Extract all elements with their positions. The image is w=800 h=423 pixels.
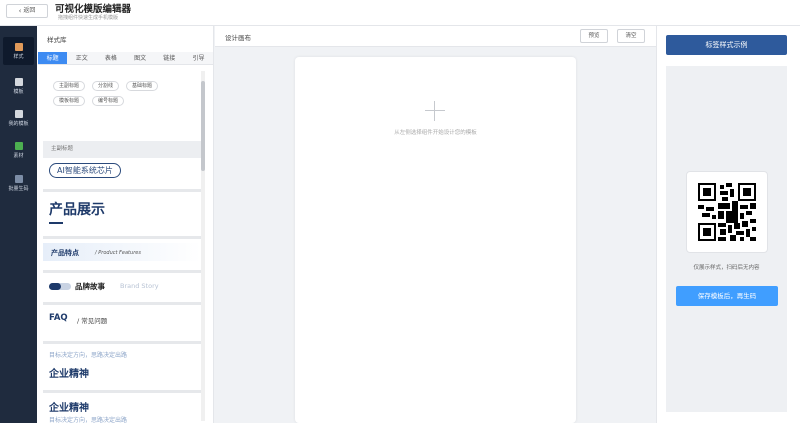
nav-label: 素材 <box>13 152 24 159</box>
style-library-panel: 样式库 标题 正文 表格 图文 链接 引导 主副标题 分割线 基础标题 模板标题… <box>37 26 214 423</box>
quick-filter-area: 主副标题 分割线 基础标题 模板标题 编号标题 <box>43 74 201 138</box>
pill-title-preview: AI智能系统芯片 <box>49 163 121 178</box>
library-scrollbar[interactable] <box>201 71 205 421</box>
quick-button-numbered[interactable]: 编号标题 <box>92 96 125 106</box>
qr-code-icon <box>698 183 756 241</box>
phone-canvas[interactable]: 从左侧选择组件开始设计您的模板 <box>295 57 576 423</box>
tab-link[interactable]: 链接 <box>155 52 184 64</box>
save-template-button[interactable]: 保存模板后，再生码 <box>676 286 778 306</box>
style-card-feature-title[interactable]: 产品特点 / Product Features <box>43 239 201 270</box>
app-title: 可视化模版编辑器 <box>55 4 132 15</box>
spirit-subtitle-preview: 目标决定方向，思路决定出路 <box>49 417 128 423</box>
tab-guide[interactable]: 引导 <box>184 52 213 64</box>
preview-button[interactable]: 预览 <box>580 29 608 43</box>
brand-subtitle-preview: Brand Story <box>120 282 159 290</box>
nav-item-my-template[interactable]: 我的模板 <box>3 104 34 132</box>
title-underline <box>49 222 63 224</box>
canvas-title: 设计画布 <box>225 34 251 42</box>
tab-image-text[interactable]: 图文 <box>126 52 155 64</box>
tab-body[interactable]: 正文 <box>67 52 96 64</box>
top-header: ‹ 返回 可视化模版编辑器 拖拽组件快速生成手机模版 <box>0 0 800 26</box>
library-title: 样式库 <box>47 36 67 44</box>
style-card-big-title[interactable]: 产品展示 <box>43 192 201 236</box>
quick-button-template[interactable]: 模板标题 <box>53 96 86 106</box>
spirit-title-preview: 企业精神 <box>49 403 89 414</box>
back-button[interactable]: ‹ 返回 <box>6 4 48 18</box>
nav-item-style[interactable]: 样式 <box>3 37 34 65</box>
nav-label: 我的模板 <box>8 120 29 127</box>
label-preview-box: 仅展示样式，扫码后无内容 保存模板后，再生码 <box>666 66 787 412</box>
design-canvas-area: 设计画布 预览 清空 从左侧选择组件开始设计您的模板 <box>215 26 656 423</box>
nav-item-material[interactable]: 素材 <box>3 136 34 164</box>
template-icon <box>14 77 23 86</box>
library-tabs: 标题 正文 表格 图文 链接 引导 <box>38 52 213 65</box>
style-icon <box>14 42 23 51</box>
faq-subtitle-preview: / 常见问题 <box>77 317 108 325</box>
scrollbar-thumb[interactable] <box>201 81 205 171</box>
toggle-icon <box>49 283 71 290</box>
style-card-pill-title[interactable]: AI智能系统芯片 <box>43 159 201 189</box>
feature-title-preview: 产品特点 <box>51 249 79 257</box>
quick-button-basic[interactable]: 基础标题 <box>126 81 159 91</box>
spirit-subtitle-preview: 目标决定方向，思路决定出路 <box>49 352 128 359</box>
chevron-left-icon: ‹ <box>18 7 22 15</box>
tab-table[interactable]: 表格 <box>96 52 125 64</box>
style-card-brand-story[interactable]: 品牌故事 Brand Story <box>43 273 201 302</box>
label-example-button[interactable]: 标签样式示例 <box>666 35 787 55</box>
back-label: 返回 <box>23 7 36 14</box>
nav-label: 样式 <box>13 53 24 60</box>
right-panel: 标签样式示例 仅展示样式，扫码后无内容 保存模板后，再生码 <box>656 26 800 423</box>
feature-subtitle-preview: / Product Features <box>95 250 141 256</box>
qr-code-card <box>686 171 768 253</box>
style-card-spirit-1[interactable]: 目标决定方向，思路决定出路 企业精神 <box>43 344 201 390</box>
my-template-icon <box>14 109 23 118</box>
tab-title[interactable]: 标题 <box>38 52 68 64</box>
style-card-faq[interactable]: FAQ / 常见问题 <box>43 305 201 341</box>
canvas-toolbar: 设计画布 预览 清空 <box>215 26 656 47</box>
plus-icon <box>425 101 445 121</box>
material-icon <box>14 141 23 150</box>
nav-label: 批量生码 <box>8 185 29 192</box>
clear-button[interactable]: 清空 <box>617 29 645 43</box>
big-title-preview: 产品展示 <box>49 202 105 218</box>
app-subtitle: 拖拽组件快速生成手机模版 <box>58 15 119 21</box>
nav-item-template[interactable]: 模板 <box>3 72 34 100</box>
brand-title-preview: 品牌故事 <box>75 282 105 291</box>
batch-code-icon <box>14 174 23 183</box>
spirit-title-preview: 企业精神 <box>49 369 89 380</box>
nav-label: 模板 <box>13 88 24 95</box>
quick-button-divider[interactable]: 分割线 <box>92 81 120 91</box>
left-nav: 样式 模板 我的模板 素材 批量生码 <box>0 26 37 423</box>
empty-canvas-hint: 从左侧选择组件开始设计您的模板 <box>394 130 477 136</box>
qr-hint-text: 仅展示样式，扫码后无内容 <box>693 265 760 271</box>
group-label: 主副标题 <box>43 141 201 158</box>
style-card-spirit-2[interactable]: 企业精神 目标决定方向，思路决定出路 <box>43 393 201 423</box>
faq-title-preview: FAQ <box>49 313 68 323</box>
quick-button-main-sub[interactable]: 主副标题 <box>53 81 86 91</box>
nav-item-batch-code[interactable]: 批量生码 <box>3 169 34 197</box>
